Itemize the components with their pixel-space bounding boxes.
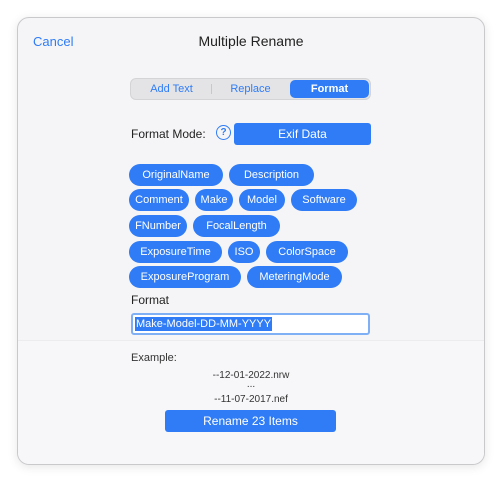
tag-list: OriginalName Description Comment Make Mo… bbox=[129, 164, 379, 288]
rename-button[interactable]: Rename 23 Items bbox=[165, 410, 336, 432]
format-mode-label: Format Mode: bbox=[131, 127, 206, 141]
format-field-value: Make-Model-DD-MM-YYYY bbox=[135, 317, 273, 331]
tag-software[interactable]: Software bbox=[291, 189, 357, 211]
tag-iso[interactable]: ISO bbox=[228, 241, 260, 263]
format-mode-select[interactable]: Exif Data bbox=[234, 123, 371, 145]
tag-model[interactable]: Model bbox=[239, 189, 285, 211]
format-label: Format bbox=[131, 293, 170, 307]
example-label: Example: bbox=[131, 352, 177, 364]
tag-make[interactable]: Make bbox=[195, 189, 233, 211]
tag-exposure-time[interactable]: ExposureTime bbox=[129, 241, 222, 263]
format-field[interactable]: Make-Model-DD-MM-YYYY bbox=[131, 313, 370, 335]
tag-exposure-program[interactable]: ExposureProgram bbox=[129, 266, 241, 288]
tag-metering-mode[interactable]: MeteringMode bbox=[247, 266, 342, 288]
example-last-line: --11-07-2017.nef bbox=[214, 394, 288, 405]
tab-replace[interactable]: Replace bbox=[211, 80, 290, 98]
tag-original-name[interactable]: OriginalName bbox=[129, 164, 223, 186]
tab-add-text[interactable]: Add Text bbox=[132, 80, 211, 98]
example-ellipsis: ... bbox=[246, 379, 256, 390]
dialog-title: Multiple Rename bbox=[198, 33, 304, 49]
tag-focal-length[interactable]: FocalLength bbox=[193, 215, 280, 237]
mode-segmented-control: Add Text Replace Format bbox=[130, 78, 371, 100]
tag-comment[interactable]: Comment bbox=[129, 189, 189, 211]
help-icon[interactable]: ? bbox=[216, 125, 231, 140]
tag-description[interactable]: Description bbox=[229, 164, 314, 186]
tab-format[interactable]: Format bbox=[290, 80, 369, 98]
multiple-rename-dialog: Cancel Multiple Rename Add Text Replace … bbox=[17, 17, 485, 465]
tag-fnumber[interactable]: FNumber bbox=[129, 215, 187, 237]
tag-color-space[interactable]: ColorSpace bbox=[266, 241, 348, 263]
